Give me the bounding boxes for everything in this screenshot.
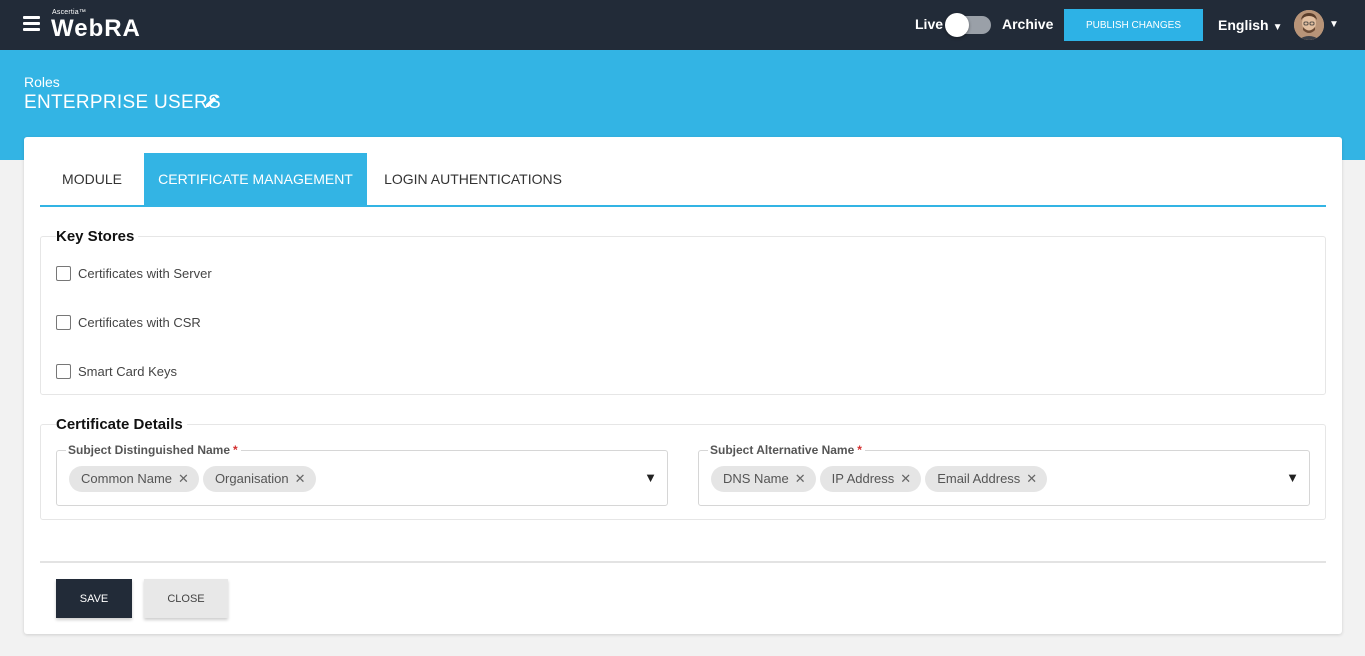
tab-certificate-management[interactable]: CERTIFICATE MANAGEMENT	[144, 153, 367, 206]
dropdown-caret-icon[interactable]: ▼	[1286, 470, 1299, 485]
user-avatar[interactable]	[1294, 10, 1324, 40]
language-selector[interactable]: English ▼	[1218, 17, 1282, 33]
required-mark: *	[233, 443, 238, 457]
checkbox-label: Certificates with Server	[78, 266, 212, 282]
tab-module[interactable]: MODULE	[40, 153, 144, 206]
page-title: ENTERPRISE USERS	[24, 92, 221, 113]
live-archive-toggle[interactable]	[945, 13, 991, 37]
remove-chip-icon[interactable]: ✕	[1026, 466, 1037, 492]
tab-login-authentications[interactable]: LOGIN AUTHENTICATIONS	[367, 153, 579, 206]
language-label: English	[1218, 17, 1269, 33]
chip-dns-name: DNS Name ✕	[711, 466, 816, 492]
caret-down-icon: ▼	[1272, 22, 1283, 33]
pencil-icon[interactable]	[204, 93, 220, 109]
avatar-image	[1294, 10, 1324, 40]
key-stores-section	[40, 236, 1326, 395]
chip-email-address: Email Address ✕	[925, 466, 1048, 492]
role-card: MODULE CERTIFICATE MANAGEMENT LOGIN AUTH…	[24, 137, 1342, 634]
close-button[interactable]: CLOSE	[144, 579, 228, 618]
remove-chip-icon[interactable]: ✕	[900, 466, 911, 492]
subject-alt-name-select[interactable]: Subject Alternative Name * DNS Name ✕ IP Ad…	[698, 443, 1310, 506]
subject-alt-name-label: Subject Alternative Name *	[708, 443, 865, 457]
remove-chip-icon[interactable]: ✕	[795, 466, 806, 492]
checkbox-certificates-with-server[interactable]: Certificates with Server	[56, 265, 212, 282]
chip-common-name: Common Name ✕	[69, 466, 199, 492]
footer-divider	[40, 561, 1326, 563]
remove-chip-icon[interactable]: ✕	[295, 466, 306, 492]
remove-chip-icon[interactable]: ✕	[178, 466, 189, 492]
chip-ip-address: IP Address ✕	[819, 466, 922, 492]
save-button[interactable]: SAVE	[56, 579, 132, 618]
checkbox-certificates-with-csr[interactable]: Certificates with CSR	[56, 314, 201, 331]
key-stores-legend: Key Stores	[56, 228, 139, 245]
subject-dn-chips: Common Name ✕ Organisation ✕	[69, 466, 320, 492]
checkbox-box[interactable]	[56, 364, 71, 380]
subject-dn-select[interactable]: Subject Distinguished Name * Common Name ✕…	[56, 443, 668, 506]
dropdown-caret-icon[interactable]: ▼	[644, 470, 657, 485]
hamburger-menu-icon[interactable]	[23, 16, 40, 31]
certificate-details-legend: Certificate Details	[56, 416, 187, 433]
checkbox-smart-card-keys[interactable]: Smart Card Keys	[56, 363, 177, 380]
archive-label: Archive	[1002, 16, 1054, 32]
live-label: Live	[915, 16, 944, 32]
breadcrumb[interactable]: Roles	[24, 74, 60, 90]
tab-bar: MODULE CERTIFICATE MANAGEMENT LOGIN AUTH…	[40, 153, 1326, 207]
top-bar: Ascertia™ WebRA Live Archive PUBLISH CHA…	[0, 0, 1365, 50]
toggle-knob	[945, 13, 969, 37]
subject-alt-name-chips: DNS Name ✕ IP Address ✕ Email Address ✕	[711, 466, 1051, 492]
checkbox-label: Smart Card Keys	[78, 364, 177, 380]
checkbox-box[interactable]	[56, 266, 71, 282]
user-menu-caret-icon[interactable]: ▼	[1329, 19, 1339, 30]
subject-dn-label: Subject Distinguished Name *	[66, 443, 241, 457]
publish-changes-button[interactable]: PUBLISH CHANGES	[1064, 9, 1203, 41]
chip-organisation: Organisation ✕	[202, 466, 316, 492]
checkbox-label: Certificates with CSR	[78, 315, 201, 331]
app-logo: WebRA	[51, 15, 141, 42]
checkbox-box[interactable]	[56, 315, 71, 331]
required-mark: *	[857, 443, 862, 457]
